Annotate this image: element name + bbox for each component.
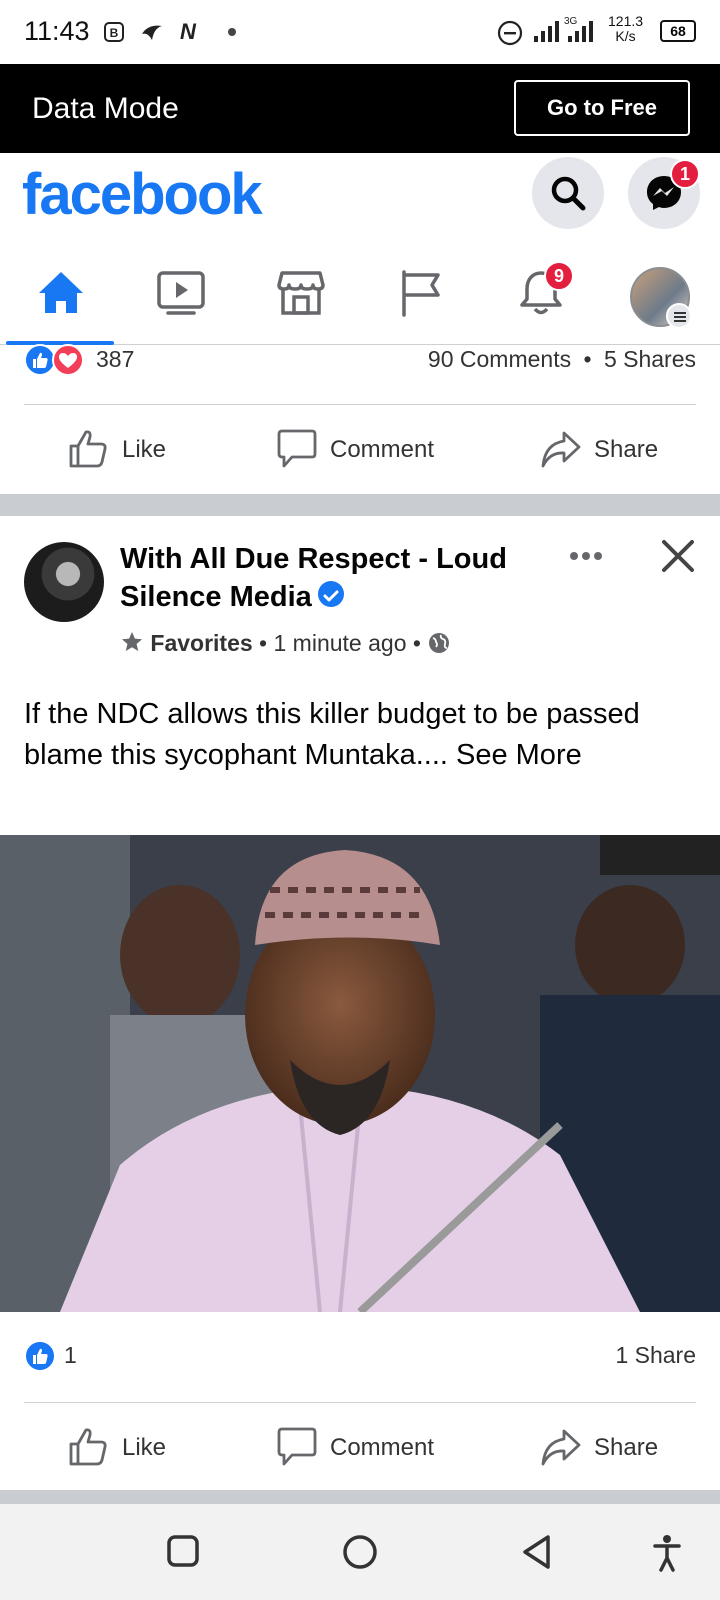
back-icon[interactable] — [520, 1534, 554, 1570]
comment-icon — [277, 429, 317, 468]
like-button[interactable]: Like — [68, 1404, 208, 1492]
search-icon — [551, 176, 586, 211]
divider — [24, 1402, 696, 1403]
post-hide-button[interactable] — [660, 538, 696, 574]
data-mode-title: Data Mode — [32, 92, 179, 125]
post-more-button[interactable] — [566, 538, 606, 574]
tab-pages[interactable] — [360, 245, 480, 345]
share-button[interactable]: Share — [540, 406, 680, 494]
post-text[interactable]: If the NDC allows this killer budget to … — [24, 694, 704, 776]
tab-marketplace[interactable] — [240, 245, 360, 345]
post-photo-illustration — [0, 835, 720, 1312]
like-icon — [69, 430, 107, 468]
post-actions: Like Comment Share — [0, 1404, 720, 1492]
like-label: Like — [122, 1434, 167, 1461]
favorites-label: Favorites — [150, 630, 253, 656]
notification-dot-icon — [228, 28, 236, 36]
post-meta: Favorites • 1 minute ago • — [120, 630, 451, 657]
tab-profile-menu[interactable] — [600, 245, 720, 345]
app-bird-icon — [142, 25, 162, 40]
data-mode-banner: Data Mode Go to Free — [0, 64, 720, 153]
like-icon — [69, 1428, 107, 1466]
home-icon — [39, 272, 83, 313]
prev-shares-count[interactable]: 5 Shares — [604, 346, 696, 372]
love-reaction-icon — [52, 344, 84, 376]
facebook-logo: facebook — [22, 162, 263, 227]
comment-label: Comment — [330, 1434, 435, 1461]
post-reaction-count[interactable]: 1 — [64, 1342, 77, 1369]
home-button-icon[interactable] — [342, 1534, 378, 1570]
post-stats: 1 1 Share — [24, 1340, 696, 1376]
pages-flag-icon — [402, 270, 440, 317]
separator-dot: • — [412, 630, 421, 656]
signal-3g-icon: 3G — [564, 16, 593, 42]
separator-dot: • — [583, 346, 592, 372]
notifications-badge: 9 — [544, 261, 574, 291]
nav-tabs: 9 — [0, 245, 720, 345]
menu-icon — [666, 303, 692, 329]
do-not-disturb-icon — [497, 20, 523, 46]
system-navigation-bar — [0, 1504, 720, 1600]
messenger-button[interactable]: 1 — [628, 157, 700, 229]
network-speed: 121.3 K/s — [608, 14, 643, 44]
comment-icon — [277, 1427, 317, 1466]
status-time: 11:43 — [24, 16, 90, 46]
share-button[interactable]: Share — [540, 1404, 680, 1492]
prev-post-stats: 387 90 Comments • 5 Shares — [24, 344, 696, 380]
recents-icon[interactable] — [166, 1534, 200, 1568]
messenger-badge: 1 — [670, 159, 700, 189]
prev-comments-count[interactable]: 90 Comments — [428, 346, 571, 372]
comment-button[interactable]: Comment — [276, 406, 456, 494]
svg-text:3G: 3G — [564, 16, 578, 27]
post-author-text[interactable]: With All Due Respect - Loud Silence Medi… — [120, 543, 507, 613]
separator-dot: • — [259, 630, 268, 656]
app-header: facebook 1 — [0, 153, 720, 245]
close-icon — [662, 540, 694, 572]
svg-text:B: B — [110, 26, 119, 40]
globe-icon — [429, 633, 450, 653]
share-icon — [541, 431, 581, 468]
verified-badge-icon — [317, 581, 344, 607]
post-author-avatar[interactable] — [24, 542, 104, 622]
battery-icon: 68 — [660, 20, 696, 42]
comment-button[interactable]: Comment — [276, 1404, 456, 1492]
divider — [24, 404, 696, 405]
prev-comments-shares: 90 Comments • 5 Shares — [428, 346, 696, 373]
tab-home[interactable] — [0, 245, 120, 345]
accessibility-icon[interactable] — [652, 1534, 682, 1572]
search-button[interactable] — [532, 157, 604, 229]
video-icon — [157, 271, 205, 315]
tab-notifications[interactable]: 9 — [480, 245, 600, 345]
star-icon — [122, 632, 142, 651]
like-button[interactable]: Like — [68, 406, 208, 494]
feed-separator — [0, 1490, 720, 1504]
svg-text:N: N — [180, 20, 197, 42]
post-photo[interactable] — [0, 835, 720, 1312]
comment-label: Comment — [330, 436, 435, 463]
prev-reaction-count[interactable]: 387 — [96, 346, 134, 373]
post-author-name[interactable]: With All Due Respect - Loud Silence Medi… — [120, 540, 540, 616]
share-label: Share — [594, 1434, 659, 1461]
feed-separator — [0, 494, 720, 516]
like-label: Like — [122, 436, 167, 463]
tab-video[interactable] — [120, 245, 240, 345]
post-time[interactable]: 1 minute ago — [274, 630, 407, 656]
go-to-free-button[interactable]: Go to Free — [514, 80, 690, 136]
signal-icon — [534, 21, 559, 42]
profile-avatar — [630, 267, 692, 329]
marketplace-icon — [277, 271, 325, 315]
status-bar: 11:43 B N 3G 121.3 K/s 68 — [0, 0, 720, 64]
share-icon — [541, 1429, 581, 1466]
share-label: Share — [594, 436, 659, 463]
post-shares-count[interactable]: 1 Share — [615, 1342, 696, 1369]
more-dots-icon — [570, 552, 602, 560]
app-n-icon: N — [180, 20, 197, 42]
network-speed-unit: K/s — [615, 28, 636, 44]
network-speed-value: 121.3 — [608, 13, 644, 29]
app-b-icon: B — [104, 22, 124, 42]
like-reaction-icon — [24, 1340, 56, 1372]
prev-post-actions: Like Comment Share — [0, 406, 720, 494]
